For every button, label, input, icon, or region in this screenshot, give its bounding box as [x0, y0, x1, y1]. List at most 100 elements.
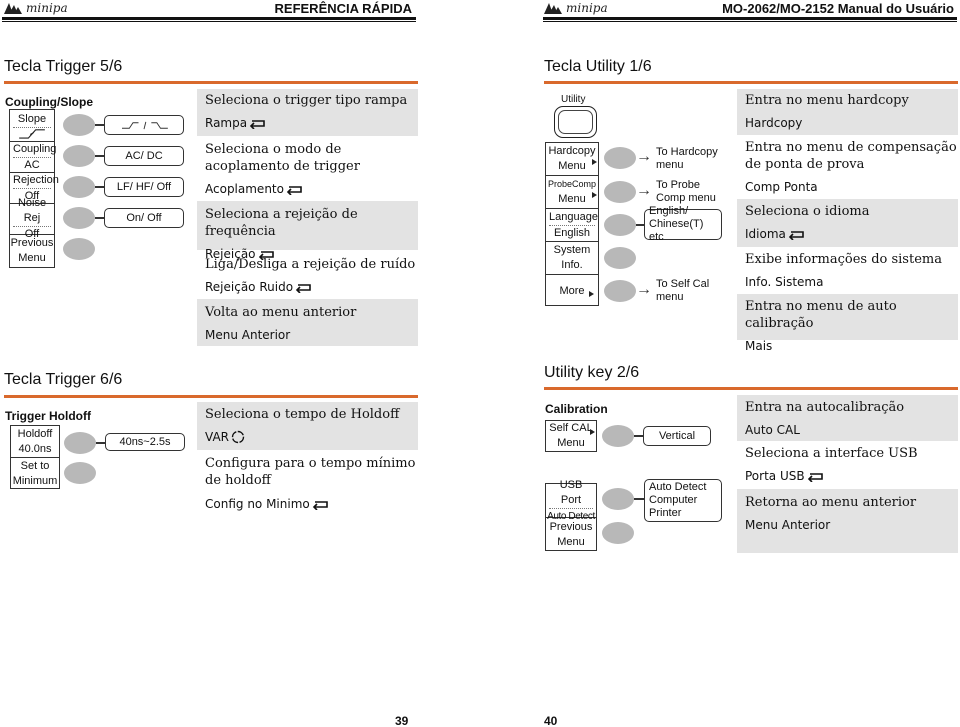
minipa-logo-right: minipa: [544, 0, 608, 16]
brand-name: minipa: [566, 1, 608, 15]
description-text: Liga/Desliga a rejeição de ruído: [205, 257, 416, 272]
arrow-right-icon: →: [636, 281, 652, 298]
menu-cell-slope: Slope: [10, 110, 54, 142]
destination-hardcopy: To Hardcopy menu: [656, 146, 718, 171]
description-row: Seleciona a interface USB Porta USB: [737, 441, 958, 489]
softkey-knob-3[interactable]: [604, 214, 636, 236]
section-rule: [544, 387, 958, 390]
menu-label: Coupling: [13, 142, 56, 158]
header-rule-right: [543, 17, 957, 22]
option-coupling: AC/ DC: [104, 146, 184, 166]
submenu-arrow-icon: [592, 192, 597, 198]
description-row: Entra no menu hardcopy Hardcopy: [737, 89, 958, 135]
description-text: Entra no menu de auto calibração: [745, 299, 897, 331]
page-number-right: 40: [544, 714, 558, 727]
section-title-trigger-6-6: Tecla Trigger 6/6: [4, 371, 123, 388]
enter-icon: [295, 283, 311, 293]
softkey-knob-1[interactable]: [64, 432, 96, 454]
destination-probe-comp: To Probe Comp menu: [656, 179, 716, 204]
softkey-knob-5[interactable]: [604, 280, 636, 302]
option-rejection: LF/ HF/ Off: [104, 177, 184, 197]
softkey-knob-2[interactable]: [64, 462, 96, 484]
menu-value: English: [553, 226, 591, 239]
enter-icon: [286, 185, 302, 195]
description-text: Configura para o tempo mínimo de holdoff: [205, 456, 416, 488]
function-name: Idioma: [745, 227, 786, 241]
softkey-knob-4[interactable]: [63, 207, 95, 229]
menu-value: Minimum: [12, 474, 58, 487]
arrow-right-icon: →: [636, 182, 652, 199]
panel-title-calibration: Calibration: [545, 402, 608, 416]
option-vertical: Vertical: [643, 426, 711, 446]
function-name: Mais: [745, 339, 773, 353]
softkey-knob-2[interactable]: [604, 181, 636, 203]
softkey-knob-2[interactable]: [602, 488, 634, 510]
description-text: Entra na autocalibração: [745, 400, 905, 415]
softkey-knob-1[interactable]: [604, 147, 636, 169]
menu-value: Menu: [558, 160, 586, 172]
function-name: Auto CAL: [745, 423, 800, 437]
description-row: Seleciona o tempo de Holdoff VAR: [197, 402, 418, 450]
function-name: Rejeição Ruido: [205, 280, 294, 294]
softkey-knob-3[interactable]: [602, 522, 634, 544]
trigger56-softkey-menu: Slope Coupling AC Rejection Off Noise Re…: [9, 109, 59, 268]
description-row: Seleciona o modo de acoplamento de trigg…: [197, 137, 418, 201]
softkey-knob-3[interactable]: [63, 176, 95, 198]
softkey-knob-1[interactable]: [602, 425, 634, 447]
description-row: Exibe informações do sistema Info. Siste…: [737, 247, 958, 294]
description-text: Exibe informações do sistema: [745, 252, 942, 267]
description-row: Entra no menu de auto calibração Mais: [737, 294, 958, 353]
option-language: English/ Chinese(T) etc: [644, 205, 722, 243]
function-name: Config no Minimo: [205, 497, 310, 511]
var-knob-icon: [231, 430, 245, 444]
menu-label: USB Port: [549, 478, 593, 509]
description-row: Seleciona o trigger tipo rampa Rampa: [197, 89, 418, 136]
menu-value: AC: [24, 158, 40, 171]
function-name: Rampa: [205, 116, 248, 130]
softkey-knob-2[interactable]: [63, 145, 95, 167]
function-name: Menu Anterior: [745, 518, 831, 532]
menu-label: Hardcopy: [548, 145, 596, 157]
enter-icon: [312, 500, 328, 510]
connector-line: [95, 124, 104, 126]
utility-key-label: Utility: [561, 94, 586, 105]
section-title-utility-2-6: Utility key 2/6: [544, 364, 640, 381]
connector-line: [634, 498, 644, 500]
menu-cell-set-to-minimum: Set to Minimum: [11, 458, 59, 489]
description-text: Entra no menu hardcopy: [745, 93, 909, 108]
utility-key-inner: [558, 110, 593, 134]
menu-label: Previous: [10, 237, 54, 249]
function-name: Comp Ponta: [745, 180, 818, 194]
function-name: Porta USB: [745, 469, 805, 483]
submenu-arrow-icon: [592, 159, 597, 165]
utility-key-button[interactable]: [554, 106, 597, 138]
menu-cell-coupling: Coupling AC: [10, 142, 56, 173]
option-slope: [104, 115, 184, 135]
connector-line: [95, 155, 104, 157]
menu-label: Language: [549, 210, 598, 226]
menu-cell-noise-rej: Noise Rej Off: [10, 197, 54, 240]
destination-self-cal: To Self Cal menu: [656, 278, 710, 303]
brand-name: minipa: [26, 1, 68, 15]
menu-cell-hardcopy: Hardcopy Menu: [546, 143, 598, 176]
menu-cell-previous-menu: Previous Menu: [546, 518, 596, 551]
enter-icon: [807, 472, 823, 482]
description-text: Seleciona o trigger tipo rampa: [205, 93, 408, 108]
header-title-right: MO-2062/MO-2152 Manual do Usuário: [722, 1, 954, 16]
utility26-self-cal-menu: Self CAL Menu: [545, 420, 597, 452]
panel-title-trigger-holdoff: Trigger Holdoff: [5, 409, 91, 423]
minipa-logo-left: minipa: [4, 0, 68, 16]
section-title-trigger-5-6: Tecla Trigger 5/6: [4, 58, 123, 75]
menu-cell-previous-menu: Previous Menu: [10, 235, 54, 267]
softkey-knob-4[interactable]: [604, 247, 636, 269]
description-row: Volta ao menu anterior Menu Anterior: [197, 299, 418, 346]
function-name: Acoplamento: [205, 182, 284, 196]
description-text: Seleciona o idioma: [745, 204, 870, 219]
utility16-softkey-menu: Hardcopy Menu ProbeComp Menu Language En…: [545, 142, 599, 306]
softkey-knob-1[interactable]: [63, 114, 95, 136]
description-row: Seleciona o idioma Idioma: [737, 199, 958, 247]
menu-value: Info.: [561, 259, 583, 271]
menu-cell-more: More: [546, 275, 598, 307]
softkey-knob-5[interactable]: [63, 238, 95, 260]
option-usb-port: Auto Detect Computer Printer: [644, 479, 722, 522]
